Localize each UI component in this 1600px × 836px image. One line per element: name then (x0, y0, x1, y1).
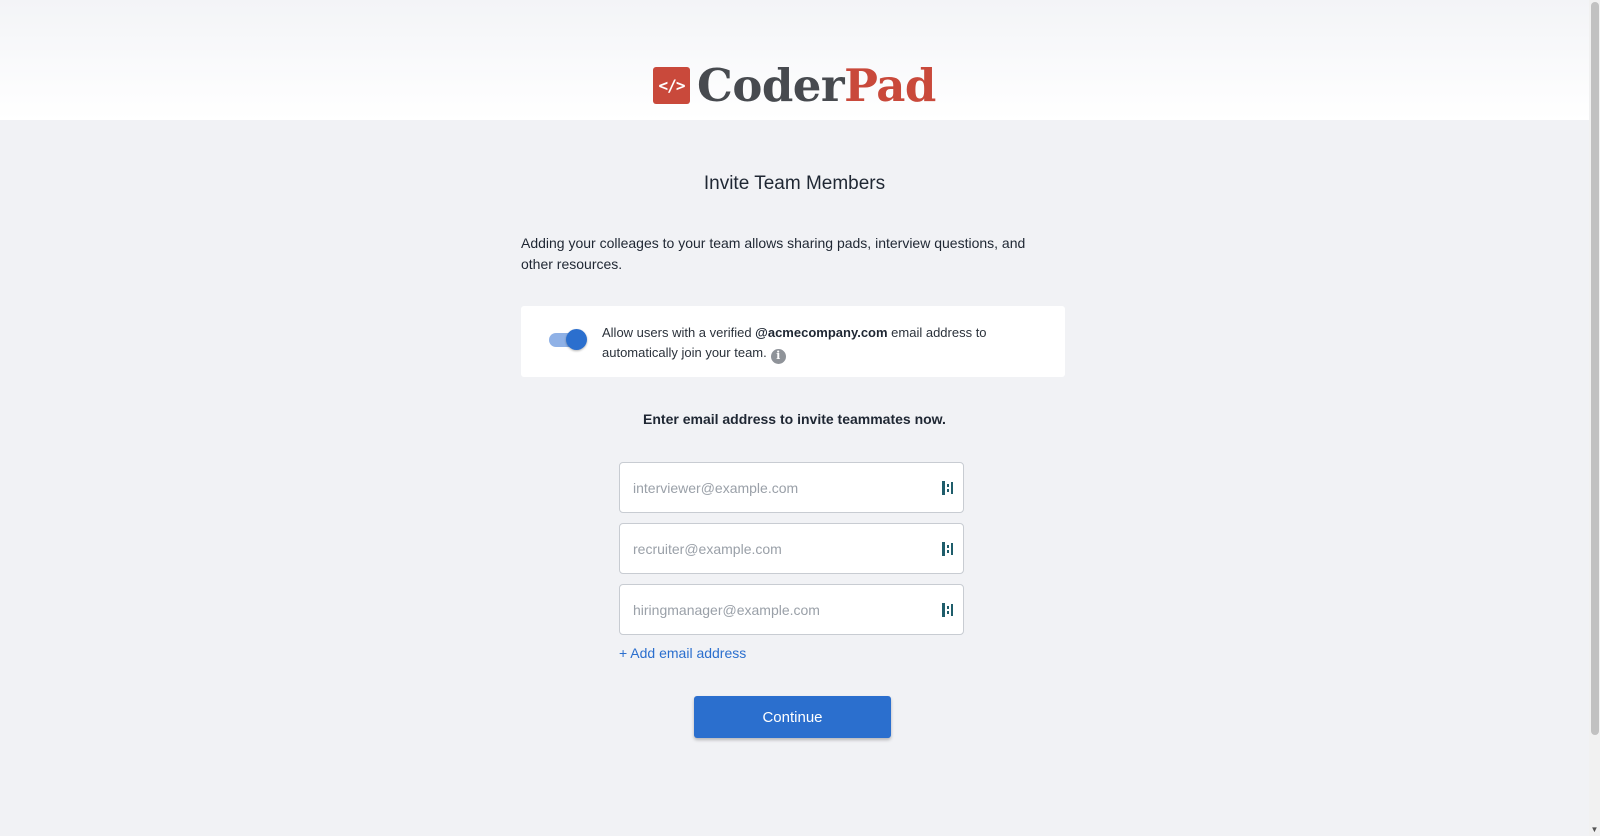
code-brackets-icon: </> (653, 66, 690, 104)
coderpad-logo: </> CoderPad (653, 60, 936, 110)
add-email-link[interactable]: + Add email address (619, 645, 746, 661)
logo-wordmark: CoderPad (697, 63, 936, 108)
logo-coder: Coder (697, 58, 845, 112)
email-input-interviewer[interactable] (633, 463, 933, 512)
continue-button[interactable]: Continue (694, 696, 891, 738)
invite-label: Enter email address to invite teammates … (643, 411, 946, 427)
autofill-icon[interactable] (941, 480, 955, 496)
email-field-interviewer[interactable] (619, 462, 964, 513)
autofill-icon[interactable] (941, 602, 955, 618)
auto-join-text: Allow users with a verified @acmecompany… (602, 323, 1022, 364)
scroll-down-arrow-icon[interactable]: ▼ (1590, 825, 1599, 834)
scroll-thumb[interactable] (1591, 2, 1599, 735)
page: </> CoderPad Invite Team Members Adding … (0, 0, 1600, 836)
scrollbar[interactable]: ▼ (1589, 0, 1600, 836)
logo-pad: Pad (844, 58, 936, 112)
email-input-recruiter[interactable] (633, 524, 933, 573)
auto-join-toggle[interactable] (549, 329, 587, 350)
intro-text: Adding your colleages to your team allow… (521, 235, 1026, 272)
email-input-hiringmanager[interactable] (633, 585, 933, 634)
auto-join-domain: @acmecompany.com (755, 325, 888, 340)
info-icon[interactable]: i (770, 348, 786, 364)
toggle-knob (566, 329, 587, 350)
email-field-hiringmanager[interactable] (619, 584, 964, 635)
email-field-recruiter[interactable] (619, 523, 964, 574)
auto-join-text-before: Allow users with a verified (602, 325, 756, 340)
autofill-icon[interactable] (941, 541, 955, 557)
auto-join-card: Allow users with a verified @acmecompany… (521, 306, 1065, 377)
header: </> CoderPad (0, 0, 1589, 120)
page-title: Invite Team Members (703, 173, 886, 194)
